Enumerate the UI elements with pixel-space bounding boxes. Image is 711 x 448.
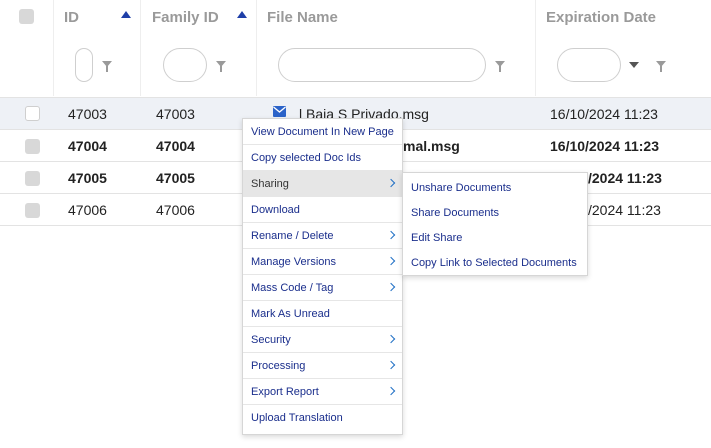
menu-item-mark-as-unread[interactable]: Mark As Unread <box>243 301 402 327</box>
menu-item-download[interactable]: Download <box>243 197 402 223</box>
menu-item-processing[interactable]: Processing <box>243 353 402 379</box>
cell-expiration: 16/10/2024 11:23 <box>550 106 658 122</box>
column-header-expiration-date[interactable]: Expiration Date <box>546 9 656 26</box>
menu-item-label: Mark As Unread <box>251 308 330 320</box>
cell-expiration: /2024 11:23 <box>588 170 662 186</box>
cell-id: 47004 <box>68 138 107 154</box>
menu-item-upload-translation[interactable]: Upload Translation <box>243 405 402 431</box>
menu-item-export-report[interactable]: Export Report <box>243 379 402 405</box>
menu-item-label: Manage Versions <box>251 256 336 268</box>
menu-item-label: Sharing <box>251 178 289 190</box>
filter-icon[interactable] <box>656 61 666 72</box>
sort-asc-icon[interactable] <box>121 11 131 18</box>
chevron-right-icon <box>386 282 396 292</box>
menu-item-label: Copy selected Doc Ids <box>251 152 362 164</box>
file-name-filter-input[interactable] <box>278 48 486 82</box>
cell-file-name[interactable]: mal.msg <box>403 138 460 154</box>
filter-icon[interactable] <box>102 61 112 72</box>
cell-expiration: /2024 11:23 <box>588 202 661 218</box>
column-header-family-id[interactable]: Family ID <box>152 9 219 26</box>
menu-item-label: Upload Translation <box>251 412 343 424</box>
cell-family-id: 47003 <box>156 106 195 122</box>
chevron-right-icon <box>386 386 396 396</box>
menu-item-label: Processing <box>251 360 306 372</box>
cell-family-id: 47006 <box>156 202 195 218</box>
chevron-down-icon[interactable] <box>629 62 639 68</box>
filter-icon[interactable] <box>216 61 226 72</box>
filter-icon[interactable] <box>495 61 505 72</box>
expiration-filter-input[interactable] <box>557 48 621 82</box>
menu-item-sharing[interactable]: Sharing <box>243 171 402 197</box>
id-filter-input[interactable] <box>75 48 93 82</box>
row-checkbox[interactable] <box>25 139 40 154</box>
menu-item-label: Download <box>251 204 300 216</box>
menu-item-unshare-documents[interactable]: Unshare Documents <box>403 175 587 201</box>
menu-item-mass-code-tag[interactable]: Mass Code / Tag <box>243 275 402 301</box>
chevron-right-icon <box>386 256 396 266</box>
grid-header: ID Family ID File Name Expiration Date <box>0 0 711 36</box>
menu-item-rename-delete[interactable]: Rename / Delete <box>243 223 402 249</box>
select-all-checkbox[interactable] <box>19 9 34 24</box>
chevron-right-icon <box>386 360 396 370</box>
menu-item-label: Export Report <box>251 386 319 398</box>
menu-item-share-documents[interactable]: Share Documents <box>403 200 587 226</box>
menu-item-security[interactable]: Security <box>243 327 402 353</box>
email-file-icon <box>273 106 286 117</box>
column-header-id[interactable]: ID <box>64 9 79 26</box>
menu-item-label: Unshare Documents <box>411 182 512 194</box>
menu-item-copy-doc-ids[interactable]: Copy selected Doc Ids <box>243 145 402 171</box>
row-checkbox[interactable] <box>25 171 40 186</box>
sharing-submenu: Unshare Documents Share Documents Edit S… <box>402 172 588 276</box>
menu-item-label: Rename / Delete <box>251 230 334 242</box>
cell-family-id: 47004 <box>156 138 195 154</box>
menu-item-label: Edit Share <box>411 232 463 244</box>
row-checkbox[interactable] <box>25 106 40 121</box>
chevron-right-icon <box>386 230 396 240</box>
menu-item-label: Copy Link to Selected Documents <box>411 257 577 269</box>
cell-id: 47003 <box>68 106 107 122</box>
menu-item-label: View Document In New Page <box>251 126 394 138</box>
family-id-filter-input[interactable] <box>163 48 207 82</box>
column-header-file-name[interactable]: File Name <box>267 9 338 26</box>
cell-id: 47006 <box>68 202 107 218</box>
context-menu: View Document In New Page Copy selected … <box>242 118 403 435</box>
row-checkbox[interactable] <box>25 203 40 218</box>
chevron-right-icon <box>386 178 396 188</box>
menu-item-label: Security <box>251 334 291 346</box>
menu-item-manage-versions[interactable]: Manage Versions <box>243 249 402 275</box>
menu-item-copy-link[interactable]: Copy Link to Selected Documents <box>403 250 587 276</box>
menu-item-edit-share[interactable]: Edit Share <box>403 225 587 251</box>
menu-item-label: Mass Code / Tag <box>251 282 334 294</box>
cell-expiration: 16/10/2024 11:23 <box>550 138 659 154</box>
menu-item-view-document[interactable]: View Document In New Page <box>243 119 402 145</box>
cell-id: 47005 <box>68 170 107 186</box>
sort-asc-icon[interactable] <box>237 11 247 18</box>
chevron-right-icon <box>386 334 396 344</box>
menu-item-label: Share Documents <box>411 207 500 219</box>
cell-family-id: 47005 <box>156 170 195 186</box>
